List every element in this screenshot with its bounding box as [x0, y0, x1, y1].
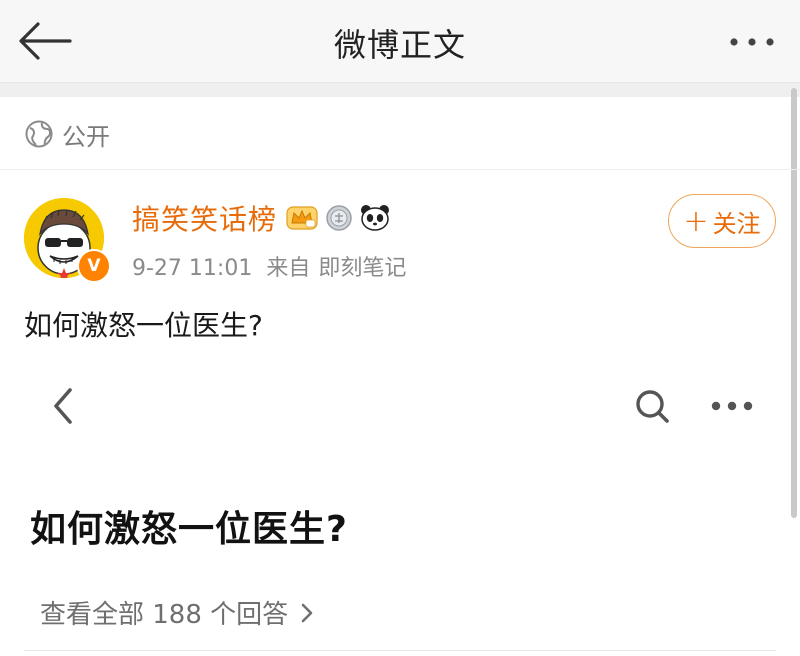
visibility-label: 公开 — [62, 122, 110, 151]
embedded-question-title: 如何激怒一位医生? — [30, 509, 348, 550]
crown-member-icon[interactable] — [285, 204, 319, 232]
divider — [24, 650, 776, 651]
follow-button[interactable]: + 关注 — [668, 194, 776, 248]
visibility-row: 公开 — [24, 114, 110, 154]
scrollbar[interactable] — [791, 88, 797, 518]
embedded-back-button — [46, 384, 82, 428]
more-horizontal-icon — [711, 401, 753, 411]
divider — [0, 169, 800, 170]
plus-icon: + — [683, 203, 709, 239]
top-nav-bar: 微博正文 — [0, 0, 800, 83]
author-badges — [285, 204, 397, 232]
post-meta: 9-27 11:01 来自 即刻笔记 — [132, 250, 420, 282]
author-name[interactable]: 搞笑笑话榜 — [132, 198, 277, 238]
chevron-left-icon — [54, 388, 72, 424]
source-prefix: 来自 — [266, 256, 311, 281]
search-icon — [636, 390, 669, 423]
post-source[interactable]: 即刻笔记 — [318, 256, 406, 281]
post-text: 如何激怒一位医生? — [24, 309, 263, 342]
author-row: 搞笑笑话榜 — [132, 198, 397, 238]
globe-icon — [25, 120, 53, 148]
more-horizontal-icon — [730, 38, 774, 46]
embedded-more-button — [708, 394, 756, 418]
embedded-search-button — [632, 386, 672, 426]
post-time: 9-27 11:01 — [132, 256, 253, 281]
medal-icon[interactable] — [325, 204, 353, 232]
page-title: 微博正文 — [333, 26, 466, 64]
follow-label: 关注 — [712, 209, 761, 238]
view-all-answers-link: 查看全部 188 个回答 — [40, 594, 314, 631]
more-options-button[interactable] — [722, 24, 782, 60]
section-gap — [0, 83, 800, 97]
answers-link-label: 查看全部 188 个回答 — [40, 600, 289, 630]
panda-icon[interactable] — [359, 204, 391, 232]
chevron-right-icon — [301, 603, 313, 622]
verified-badge: V — [77, 249, 111, 283]
